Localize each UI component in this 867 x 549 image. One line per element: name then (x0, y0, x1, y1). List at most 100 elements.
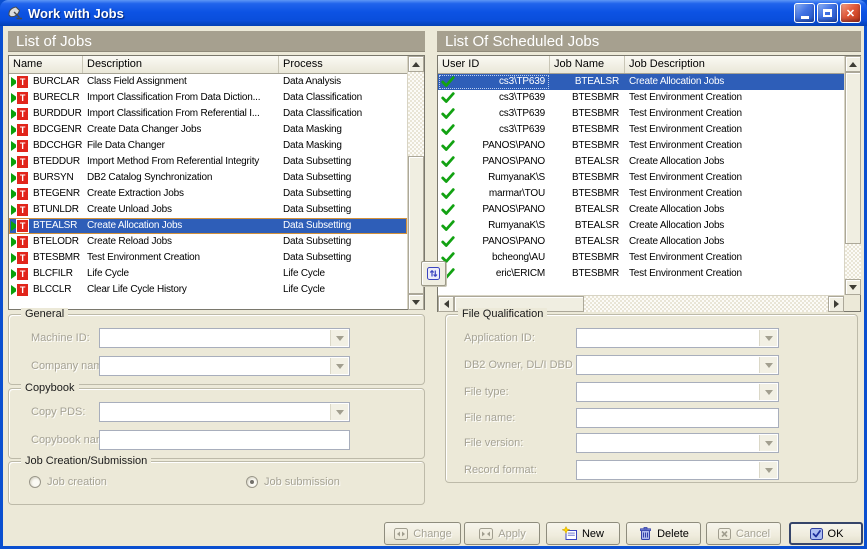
new-button[interactable]: New (546, 522, 620, 545)
job-list-row[interactable]: TBTUNLDRCreate Unload JobsData Subsettin… (9, 202, 407, 218)
job-description: File Data Changer (83, 138, 279, 154)
apply-button[interactable]: Apply (464, 522, 540, 545)
transfer-job-button[interactable] (421, 261, 446, 286)
close-button[interactable] (840, 3, 861, 23)
machine-id-label: Machine ID: (31, 332, 90, 344)
scheduled-user-id: marmar\TOU (459, 186, 545, 202)
job-list-row[interactable]: TBLCCLRClear Life Cycle HistoryLife Cycl… (9, 282, 407, 298)
dropdown-arrow-icon[interactable] (330, 404, 348, 420)
job-list-row[interactable]: TBURECLRImport Classification From Data … (9, 90, 407, 106)
company-name-combobox[interactable] (99, 356, 350, 376)
job-submission-radio[interactable] (246, 476, 258, 488)
db2-owner-combobox[interactable] (576, 355, 779, 375)
dropdown-arrow-icon[interactable] (759, 435, 777, 451)
job-list-row[interactable]: TBTEDDURImport Method From Referential I… (9, 154, 407, 170)
ok-button[interactable]: OK (789, 522, 863, 545)
maximize-button[interactable] (817, 3, 838, 23)
dropdown-arrow-icon[interactable] (330, 330, 348, 346)
scroll-left-button[interactable] (438, 296, 454, 312)
column-header-description[interactable]: Description (83, 56, 279, 73)
scroll-down-button[interactable] (408, 294, 424, 310)
job-description: Import Method From Referential Integrity (83, 154, 279, 170)
dropdown-arrow-icon[interactable] (759, 357, 777, 373)
file-name-label: File name: (464, 412, 515, 424)
file-type-combobox[interactable] (576, 382, 779, 402)
scheduled-job-row[interactable]: eric\ERICMBTESBMRTest Environment Creati… (438, 266, 844, 282)
cancel-button[interactable]: Cancel (706, 522, 781, 545)
scrollbar-track[interactable] (845, 72, 861, 279)
job-process: Life Cycle (279, 266, 407, 282)
job-list-row[interactable]: TBTEGENRCreate Extraction JobsData Subse… (9, 186, 407, 202)
red-t-badge-icon: T (17, 172, 28, 184)
dropdown-arrow-icon[interactable] (759, 384, 777, 400)
column-header-job-description[interactable]: Job Description (625, 56, 844, 73)
green-check-icon (441, 139, 455, 153)
job-list-row[interactable]: TBURDDURImport Classification From Refer… (9, 106, 407, 122)
job-list-row[interactable]: TBURCLARClass Field AssignmentData Analy… (9, 74, 407, 90)
column-header-user-id[interactable]: User ID (438, 56, 550, 73)
scroll-up-icon (412, 62, 420, 67)
file-qualification-legend: File Qualification (458, 308, 547, 321)
job-list-row[interactable]: TBURSYNDB2 Catalog SynchronizationData S… (9, 170, 407, 186)
job-list-row[interactable]: TBDCGENRCreate Data Changer JobsData Mas… (9, 122, 407, 138)
scheduled-job-row[interactable]: PANOS\PANOBTESBMRTest Environment Creati… (438, 138, 844, 154)
dropdown-arrow-icon[interactable] (759, 330, 777, 346)
scheduled-job-row[interactable]: RumyanaK\SBTEALSRCreate Allocation Jobs (438, 218, 844, 234)
change-button[interactable]: Change (384, 522, 461, 545)
scroll-down-icon (412, 300, 420, 305)
scheduled-job-row[interactable]: RumyanaK\SBTESBMRTest Environment Creati… (438, 170, 844, 186)
minimize-button[interactable] (794, 3, 815, 23)
scheduled-job-row[interactable]: marmar\TOUBTESBMRTest Environment Creati… (438, 186, 844, 202)
scheduled-job-name: BTESBMR (550, 250, 625, 266)
scheduled-job-row[interactable]: PANOS\PANOBTEALSRCreate Allocation Jobs (438, 234, 844, 250)
scheduled-job-row[interactable]: PANOS\PANOBTEALSRCreate Allocation Jobs (438, 202, 844, 218)
scrollbar-thumb[interactable] (845, 72, 861, 244)
scroll-up-button[interactable] (845, 56, 861, 72)
column-header-name[interactable]: Name (9, 56, 83, 73)
column-header-job-name[interactable]: Job Name (550, 56, 625, 73)
file-name-input[interactable] (576, 408, 779, 428)
job-list-row[interactable]: TBTELODRCreate Reload JobsData Subsettin… (9, 234, 407, 250)
job-name: BTUNLDR (33, 202, 79, 218)
scroll-up-button[interactable] (408, 56, 424, 72)
scheduled-job-row[interactable]: bcheong\AUBTESBMRTest Environment Creati… (438, 250, 844, 266)
general-legend: General (21, 308, 68, 321)
copy-pds-combobox[interactable] (99, 402, 350, 422)
scheduled-job-description: Create Allocation Jobs (625, 74, 844, 90)
delete-button[interactable]: Delete (626, 522, 701, 545)
dropdown-arrow-icon[interactable] (759, 462, 777, 478)
job-name: BTESBMR (33, 250, 80, 266)
job-list-row[interactable]: TBLCFILRLife CycleLife Cycle (9, 266, 407, 282)
scheduled-job-row[interactable]: PANOS\PANOBTEALSRCreate Allocation Jobs (438, 154, 844, 170)
job-list-row[interactable]: TBDCCHGRFile Data ChangerData Masking (9, 138, 407, 154)
job-name: BURSYN (33, 170, 73, 186)
scheduled-job-row[interactable]: cs3\TP639BTEALSRCreate Allocation Jobs (438, 74, 844, 90)
job-list-row[interactable]: TBTESBMRTest Environment CreationData Su… (9, 250, 407, 266)
scheduled-job-row[interactable]: cs3\TP639BTESBMRTest Environment Creatio… (438, 106, 844, 122)
scheduled-list-vertical-scrollbar[interactable] (844, 56, 861, 295)
scheduled-job-row[interactable]: cs3\TP639BTESBMRTest Environment Creatio… (438, 122, 844, 138)
scheduled-job-name: BTEALSR (550, 74, 625, 90)
red-t-badge-icon: T (17, 204, 28, 216)
job-process: Data Subsetting (279, 234, 407, 250)
dropdown-arrow-icon[interactable] (330, 358, 348, 374)
record-format-combobox[interactable] (576, 460, 779, 480)
machine-id-combobox[interactable] (99, 328, 350, 348)
column-header-process[interactable]: Process (279, 56, 407, 73)
scheduled-user-id: RumyanaK\S (459, 218, 545, 234)
scheduled-job-rows: cs3\TP639BTEALSRCreate Allocation Jobscs… (438, 74, 844, 282)
scheduled-job-name: BTESBMR (550, 122, 625, 138)
job-description: Create Allocation Jobs (83, 218, 279, 234)
job-list-row[interactable]: TBTEALSRCreate Allocation JobsData Subse… (9, 218, 407, 234)
job-creation-radio[interactable] (29, 476, 41, 488)
scheduled-job-row[interactable]: cs3\TP639BTESBMRTest Environment Creatio… (438, 90, 844, 106)
scheduled-user-id: cs3\TP639 (459, 106, 545, 122)
file-version-combobox[interactable] (576, 433, 779, 453)
job-name: BDCCHGR (33, 138, 82, 154)
copybook-name-input[interactable] (99, 430, 350, 450)
scroll-right-button[interactable] (828, 296, 844, 312)
job-description: Life Cycle (83, 266, 279, 282)
scroll-down-button[interactable] (845, 279, 861, 295)
scheduled-user-id: PANOS\PANO (459, 202, 545, 218)
application-id-combobox[interactable] (576, 328, 779, 348)
